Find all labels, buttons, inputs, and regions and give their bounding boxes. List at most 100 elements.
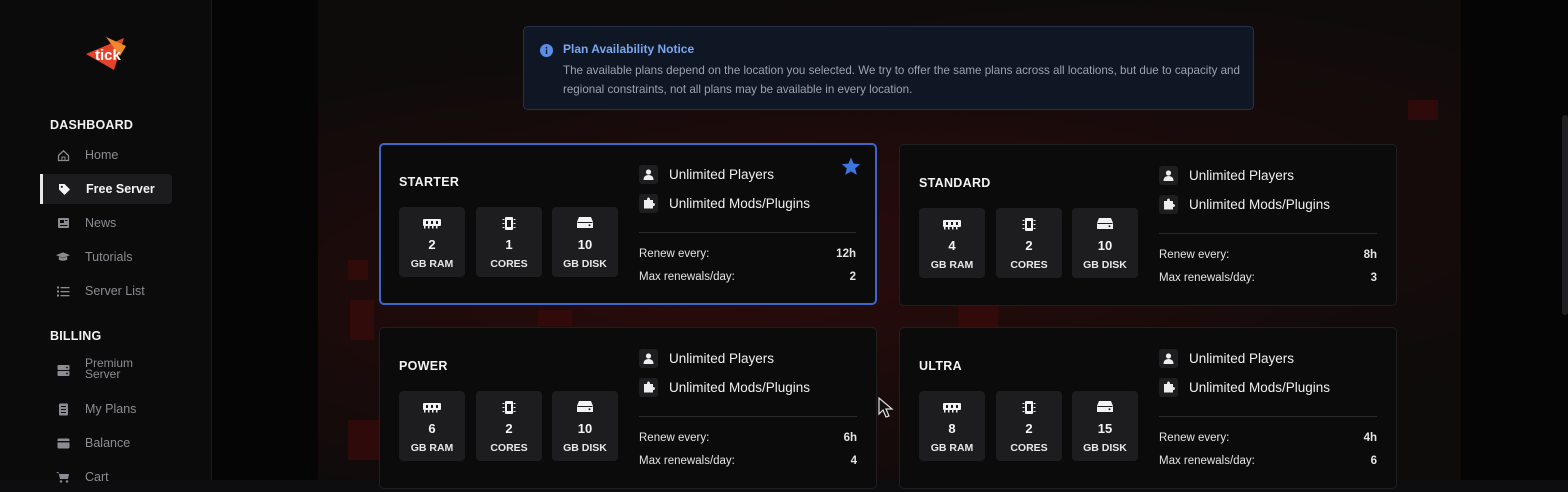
- spec-ram: 2 GB RAM: [399, 207, 465, 277]
- sidebar-item-free-server[interactable]: Free Server: [40, 174, 172, 204]
- puzzle-icon: [1159, 377, 1178, 397]
- spec-ram-value: 2: [428, 237, 436, 252]
- sidebar-item-label: Server List: [85, 284, 145, 298]
- max-renewals-label: Max renewals/day:: [1159, 455, 1255, 467]
- max-renewals-value: 6: [1370, 455, 1377, 467]
- feature-label: Unlimited Players: [669, 166, 775, 182]
- renew-row: Renew every: 6h: [639, 432, 857, 444]
- feature-unlimited-players: Unlimited Players: [1159, 165, 1294, 185]
- max-renewals-row: Max renewals/day: 6: [1159, 455, 1377, 467]
- spec-disk: 10 GB DISK: [1072, 208, 1138, 278]
- spec-disk-label: GB DISK: [563, 442, 607, 454]
- spec-cores-value: 2: [505, 421, 513, 436]
- server-icon: [56, 363, 70, 377]
- sidebar-item-news[interactable]: News: [40, 208, 172, 238]
- spec-ram-label: GB RAM: [410, 442, 454, 454]
- spec-cores-value: 1: [505, 237, 513, 252]
- spec-cores-label: CORES: [490, 442, 528, 454]
- sidebar-item-label: Cart: [85, 470, 109, 484]
- sidebar-item-label: Balance: [85, 436, 131, 450]
- tag-icon: [57, 182, 71, 196]
- spec-disk-value: 10: [1097, 238, 1113, 253]
- spec-ram: 8 GB RAM: [919, 391, 985, 461]
- max-renewals-value: 4: [850, 455, 857, 467]
- spec-disk-value: 10: [577, 237, 593, 252]
- feature-unlimited-players: Unlimited Players: [1159, 348, 1294, 368]
- renew-value: 8h: [1363, 249, 1377, 261]
- newspaper-icon: [56, 216, 70, 230]
- plan-card-standard[interactable]: STANDARD 4 GB RAM 2 CORES 10 GB DISK Unl…: [899, 144, 1397, 306]
- spec-ram-value: 6: [428, 421, 436, 436]
- sidebar-item-my-plans[interactable]: My Plans: [40, 394, 172, 424]
- sidebar-item-label: Home: [85, 148, 119, 162]
- sidebar-item-tutorials[interactable]: Tutorials: [40, 242, 172, 272]
- user-icon: [639, 348, 658, 368]
- spec-ram: 4 GB RAM: [919, 208, 985, 278]
- cart-icon: [56, 470, 70, 484]
- cpu-icon: [499, 400, 519, 414]
- renew-row: Renew every: 4h: [1159, 432, 1377, 444]
- section-title-billing: BILLING: [50, 329, 102, 343]
- max-renewals-row: Max renewals/day: 3: [1159, 272, 1377, 284]
- max-renewals-value: 2: [849, 271, 856, 283]
- renew-label: Renew every:: [639, 248, 710, 260]
- spec-cores: 2 CORES: [996, 391, 1062, 461]
- renew-label: Renew every:: [1159, 249, 1230, 261]
- notice-body: The available plans depend on the locati…: [563, 64, 1240, 96]
- sidebar-item-server-list[interactable]: Server List: [40, 276, 172, 306]
- user-icon: [1159, 165, 1178, 185]
- feature-unlimited-players: Unlimited Players: [639, 348, 774, 368]
- card-divider: [639, 232, 856, 233]
- card-divider: [1159, 416, 1377, 417]
- star-icon[interactable]: [841, 157, 861, 181]
- spec-disk: 10 GB DISK: [552, 207, 618, 277]
- max-renewals-label: Max renewals/day:: [639, 271, 735, 283]
- feature-unlimited-mods: Unlimited Mods/Plugins: [1159, 194, 1330, 214]
- sidebar: tick DASHBOARD Home Free Server News Tut…: [0, 0, 212, 484]
- puzzle-icon: [1159, 194, 1178, 214]
- notice-title: Plan Availability Notice: [563, 42, 695, 56]
- sidebar-item-premium-server[interactable]: Premium Server: [40, 355, 172, 391]
- puzzle-icon: [639, 377, 658, 397]
- plan-card-ultra[interactable]: ULTRA 8 GB RAM 2 CORES 15 GB DISK Unlimi…: [899, 327, 1397, 489]
- sidebar-item-label: Tutorials: [85, 250, 133, 264]
- plan-card-starter[interactable]: STARTER 2 GB RAM 1 CORES 10 GB DISK Unli…: [379, 143, 877, 305]
- sidebar-item-label: My Plans: [85, 402, 137, 416]
- feature-label: Unlimited Players: [1189, 167, 1295, 183]
- scrollbar[interactable]: [1562, 115, 1568, 315]
- feature-label: Unlimited Players: [1189, 350, 1295, 366]
- disk-icon: [1095, 217, 1115, 231]
- user-icon: [639, 164, 658, 184]
- feature-label: Unlimited Mods/Plugins: [669, 195, 811, 211]
- plan-name: STANDARD: [919, 176, 991, 190]
- spec-ram-value: 4: [948, 238, 956, 253]
- plan-name: ULTRA: [919, 359, 962, 373]
- renew-value: 4h: [1363, 432, 1377, 444]
- renew-value: 6h: [843, 432, 857, 444]
- plan-card-power[interactable]: POWER 6 GB RAM 2 CORES 10 GB DISK Unlimi…: [379, 327, 877, 489]
- spec-ram-label: GB RAM: [410, 258, 454, 270]
- feature-label: Unlimited Mods/Plugins: [1189, 379, 1331, 395]
- sidebar-item-label: News: [85, 216, 117, 230]
- sidebar-item-label: Premium Server: [85, 356, 134, 381]
- spec-disk-label: GB DISK: [1083, 442, 1127, 454]
- feature-label: Unlimited Mods/Plugins: [669, 379, 811, 395]
- feature-unlimited-mods: Unlimited Mods/Plugins: [1159, 377, 1330, 397]
- spec-cores-label: CORES: [1010, 259, 1048, 271]
- spec-cores-value: 2: [1025, 238, 1033, 253]
- sidebar-item-label: Free Server: [86, 182, 155, 196]
- sidebar-item-cart[interactable]: Cart: [40, 462, 172, 492]
- max-renewals-row: Max renewals/day: 2: [639, 271, 856, 283]
- section-title-dashboard: DASHBOARD: [50, 118, 134, 132]
- spec-disk: 15 GB DISK: [1072, 391, 1138, 461]
- disk-icon: [575, 400, 595, 414]
- disk-icon: [1095, 400, 1115, 414]
- disk-icon: [575, 216, 595, 230]
- tick-logo[interactable]: tick: [84, 34, 128, 74]
- sidebar-item-balance[interactable]: Balance: [40, 428, 172, 458]
- plan-name: POWER: [399, 359, 448, 373]
- spec-disk-value: 10: [577, 421, 593, 436]
- sidebar-item-home[interactable]: Home: [40, 140, 172, 170]
- spec-ram: 6 GB RAM: [399, 391, 465, 461]
- cpu-icon: [499, 216, 519, 230]
